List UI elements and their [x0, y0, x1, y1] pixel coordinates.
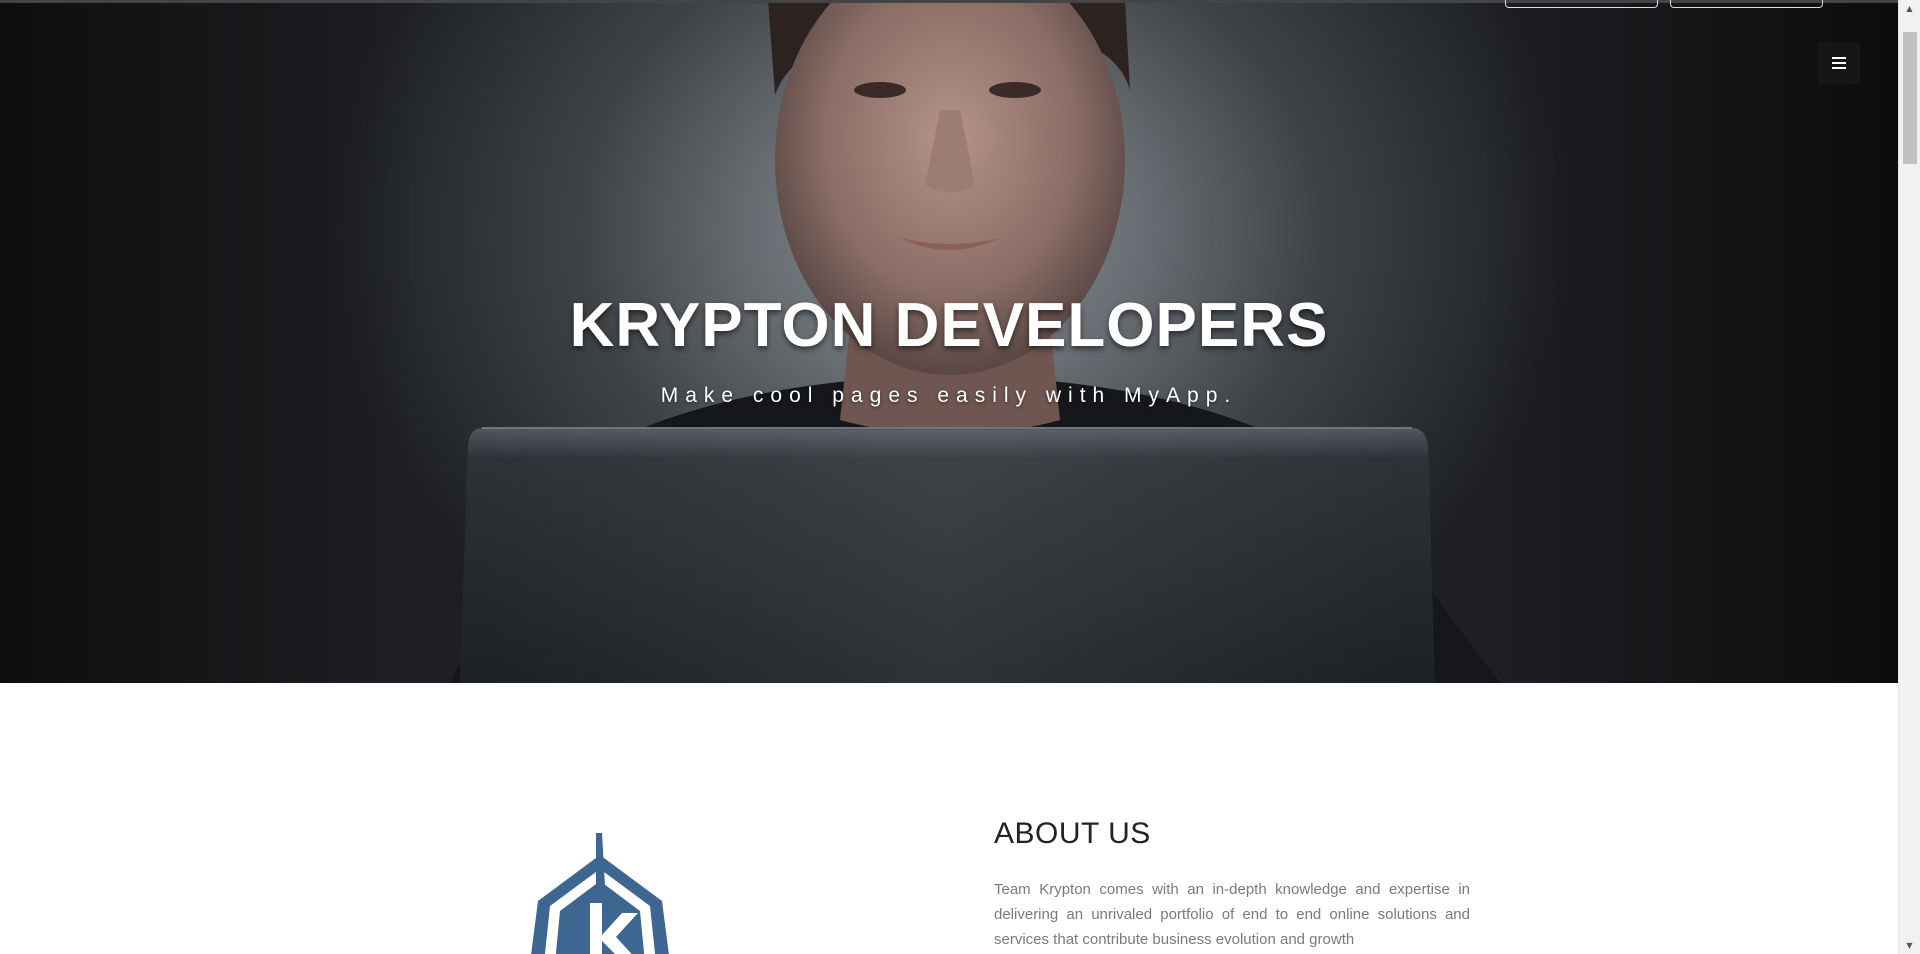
scroll-down-arrow-icon[interactable]: ▼: [1899, 937, 1920, 954]
page-viewport: KRYPTON DEVELOPERS Make cool pages easil…: [0, 0, 1898, 954]
krypton-logo-icon: [520, 833, 680, 954]
hero-title: KRYPTON DEVELOPERS: [569, 291, 1329, 360]
page-scrollbar[interactable]: ▲ ▼: [1898, 0, 1920, 954]
scroll-up-arrow-icon[interactable]: ▲: [1899, 0, 1920, 17]
menu-toggle-button[interactable]: [1818, 42, 1860, 84]
hamburger-icon: [1832, 57, 1846, 69]
about-heading: ABOUT US: [994, 817, 1151, 850]
hero-section: KRYPTON DEVELOPERS Make cool pages easil…: [0, 0, 1898, 683]
hero-subtitle: Make cool pages easily with MyApp.: [660, 384, 1238, 407]
about-section: ABOUT US Team Krypton comes with an in-d…: [0, 683, 1898, 954]
top-nav-tab[interactable]: [1505, 0, 1658, 8]
about-description: Team Krypton comes with an in-depth know…: [994, 881, 1470, 948]
scrollbar-thumb[interactable]: [1903, 32, 1917, 164]
top-nav-tabs: [1505, 0, 1823, 8]
top-nav-tab[interactable]: [1670, 0, 1823, 8]
